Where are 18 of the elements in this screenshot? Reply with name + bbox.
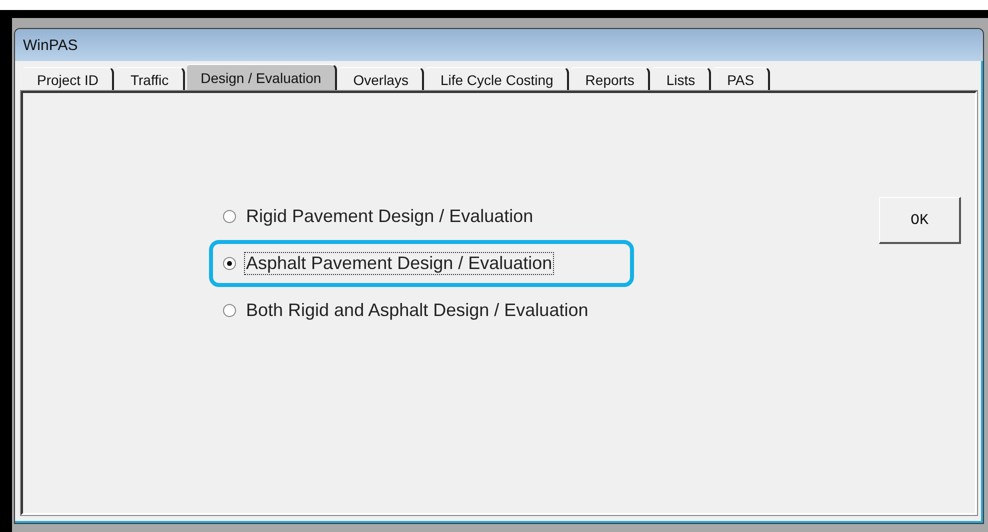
radio-button[interactable] [223, 304, 236, 317]
option-label: Rigid Pavement Design / Evaluation [245, 205, 534, 228]
ok-button[interactable]: OK [879, 197, 961, 244]
tab[interactable]: PAS [713, 67, 770, 91]
tab[interactable]: Reports [571, 67, 650, 91]
radio-button[interactable] [223, 210, 236, 223]
tab[interactable]: Traffic [116, 67, 185, 91]
tab[interactable]: Lists [652, 67, 712, 91]
radio-button[interactable] [223, 257, 236, 270]
option-label: Both Rigid and Asphalt Design / Evaluation [245, 299, 590, 322]
option-label: Asphalt Pavement Design / Evaluation [244, 252, 554, 275]
tab[interactable]: Overlays [339, 67, 424, 91]
tab[interactable]: Design / Evaluation [186, 64, 338, 91]
radio-option[interactable]: Both Rigid and Asphalt Design / Evaluation [209, 287, 634, 334]
tab[interactable]: Project ID [23, 67, 114, 91]
radio-option[interactable]: Rigid Pavement Design / Evaluation [209, 193, 634, 240]
tab[interactable]: Life Cycle Costing [426, 67, 570, 91]
window-title: WinPAS [23, 36, 78, 54]
